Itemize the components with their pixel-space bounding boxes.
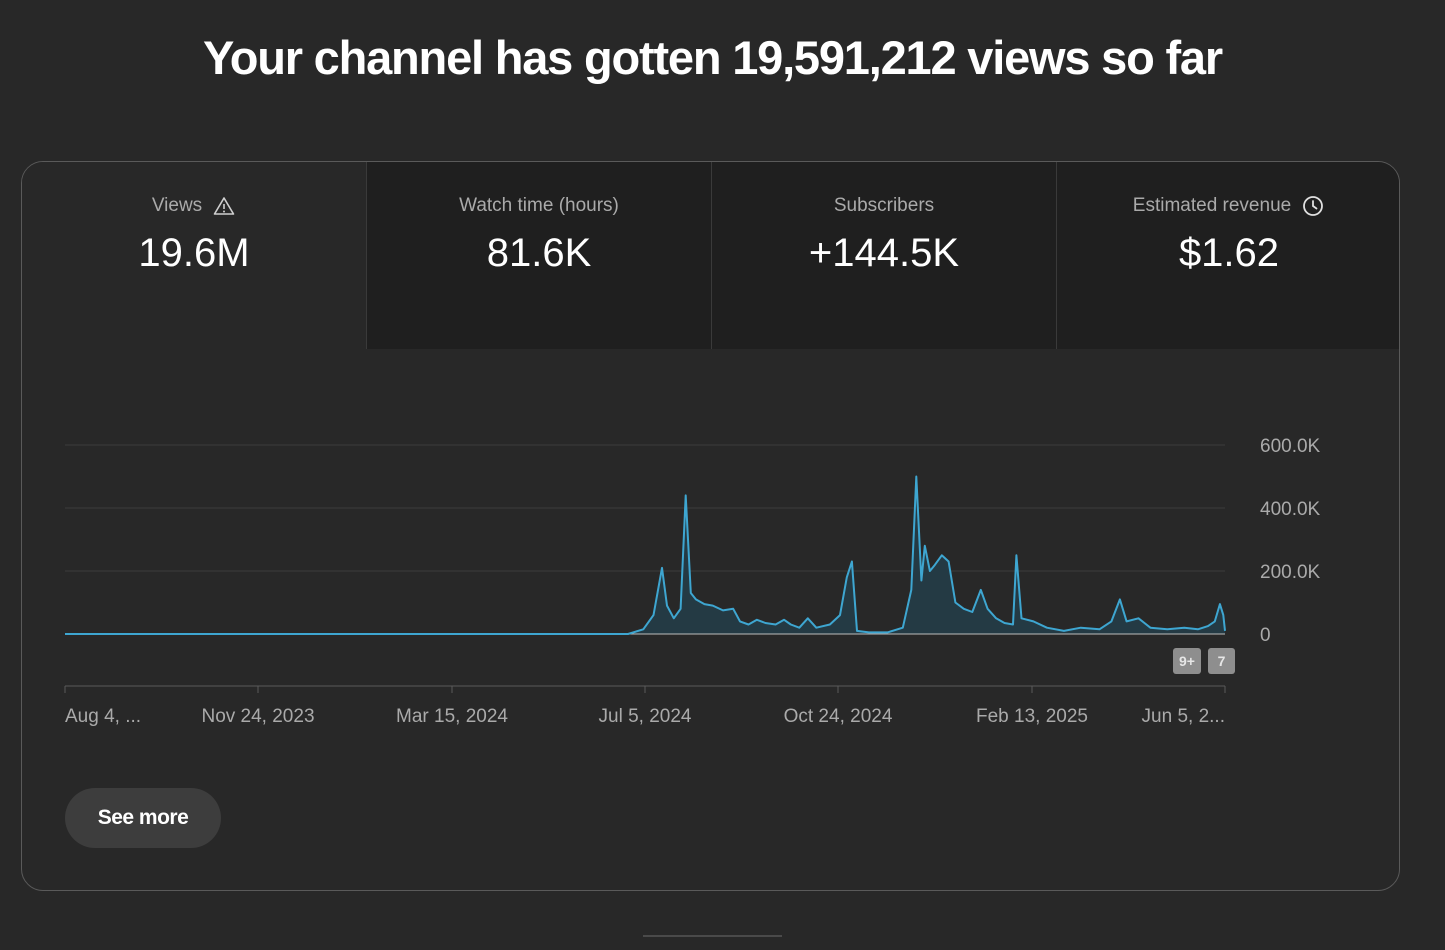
x-tick-label: Oct 24, 2024 bbox=[784, 706, 893, 727]
views-chart: 600.0K 400.0K 200.0K 0 9+ 7 Aug 4, ... Nov 24, … bbox=[64, 436, 1321, 727]
y-tick-label: 200.0K bbox=[1260, 562, 1321, 583]
x-tick-label: Jun 5, 2... bbox=[1142, 706, 1225, 727]
annotation-badge-label: 7 bbox=[1218, 653, 1226, 669]
x-tick-label: Mar 15, 2024 bbox=[396, 706, 508, 727]
series-area bbox=[65, 476, 1225, 634]
y-tick-label: 0 bbox=[1260, 625, 1271, 646]
x-tick-label: Nov 24, 2023 bbox=[201, 706, 314, 727]
y-tick-label: 400.0K bbox=[1260, 499, 1321, 520]
x-tick-label: Aug 4, ... bbox=[65, 706, 141, 727]
bottom-divider bbox=[643, 935, 782, 937]
y-tick-label: 600.0K bbox=[1260, 436, 1321, 457]
see-more-button[interactable]: See more bbox=[65, 788, 221, 848]
annotation-badge-label: 9+ bbox=[1179, 653, 1195, 669]
x-tick-label: Jul 5, 2024 bbox=[599, 706, 692, 727]
series-line bbox=[65, 475, 1226, 635]
x-tick-label: Feb 13, 2025 bbox=[976, 706, 1088, 727]
